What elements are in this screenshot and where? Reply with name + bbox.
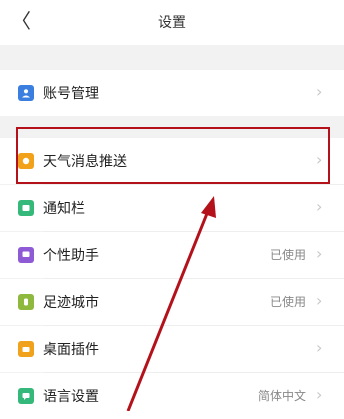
settings-item-account[interactable]: 账号管理 › (0, 70, 344, 116)
page-title: 设置 (158, 15, 186, 31)
settings-item-label: 足迹城市 (43, 295, 99, 311)
chevron-right-icon: › (316, 197, 323, 216)
chevron-right-icon: › (316, 82, 323, 101)
status-value: 已使用 (269, 295, 306, 309)
chevron-right-icon: › (316, 385, 323, 404)
status-value: 简体中文 (257, 389, 306, 403)
settings-item-label: 通知栏 (43, 201, 85, 217)
chevron-right-icon: › (316, 338, 323, 357)
status-value: 已使用 (269, 248, 306, 262)
settings-item-label: 语言设置 (43, 389, 99, 405)
settings-item-label: 账号管理 (43, 86, 99, 102)
settings-item-footprint-city[interactable]: 足迹城市 已使用 › (0, 279, 344, 325)
settings-item-label: 桌面插件 (43, 342, 99, 358)
language-icon (18, 388, 34, 404)
settings-item-assistant[interactable]: 个性助手 已使用 › (0, 232, 344, 278)
settings-item-desktop-widget[interactable]: 桌面插件 › (0, 326, 344, 372)
chevron-right-icon: › (316, 291, 323, 310)
highlight-box (16, 127, 330, 184)
section-gap (0, 45, 344, 70)
notification-bar-icon (18, 200, 34, 216)
account-icon (18, 85, 34, 101)
settings-item-notification-bar[interactable]: 通知栏 › (0, 185, 344, 231)
settings-item-language[interactable]: 语言设置 简体中文 › (0, 373, 344, 419)
settings-item-label: 个性助手 (43, 248, 99, 264)
assistant-icon (18, 247, 34, 263)
footprint-city-icon (18, 294, 34, 310)
desktop-widget-icon (18, 341, 34, 357)
chevron-right-icon: › (316, 244, 323, 263)
top-bar: 〈 设置 (0, 0, 344, 45)
